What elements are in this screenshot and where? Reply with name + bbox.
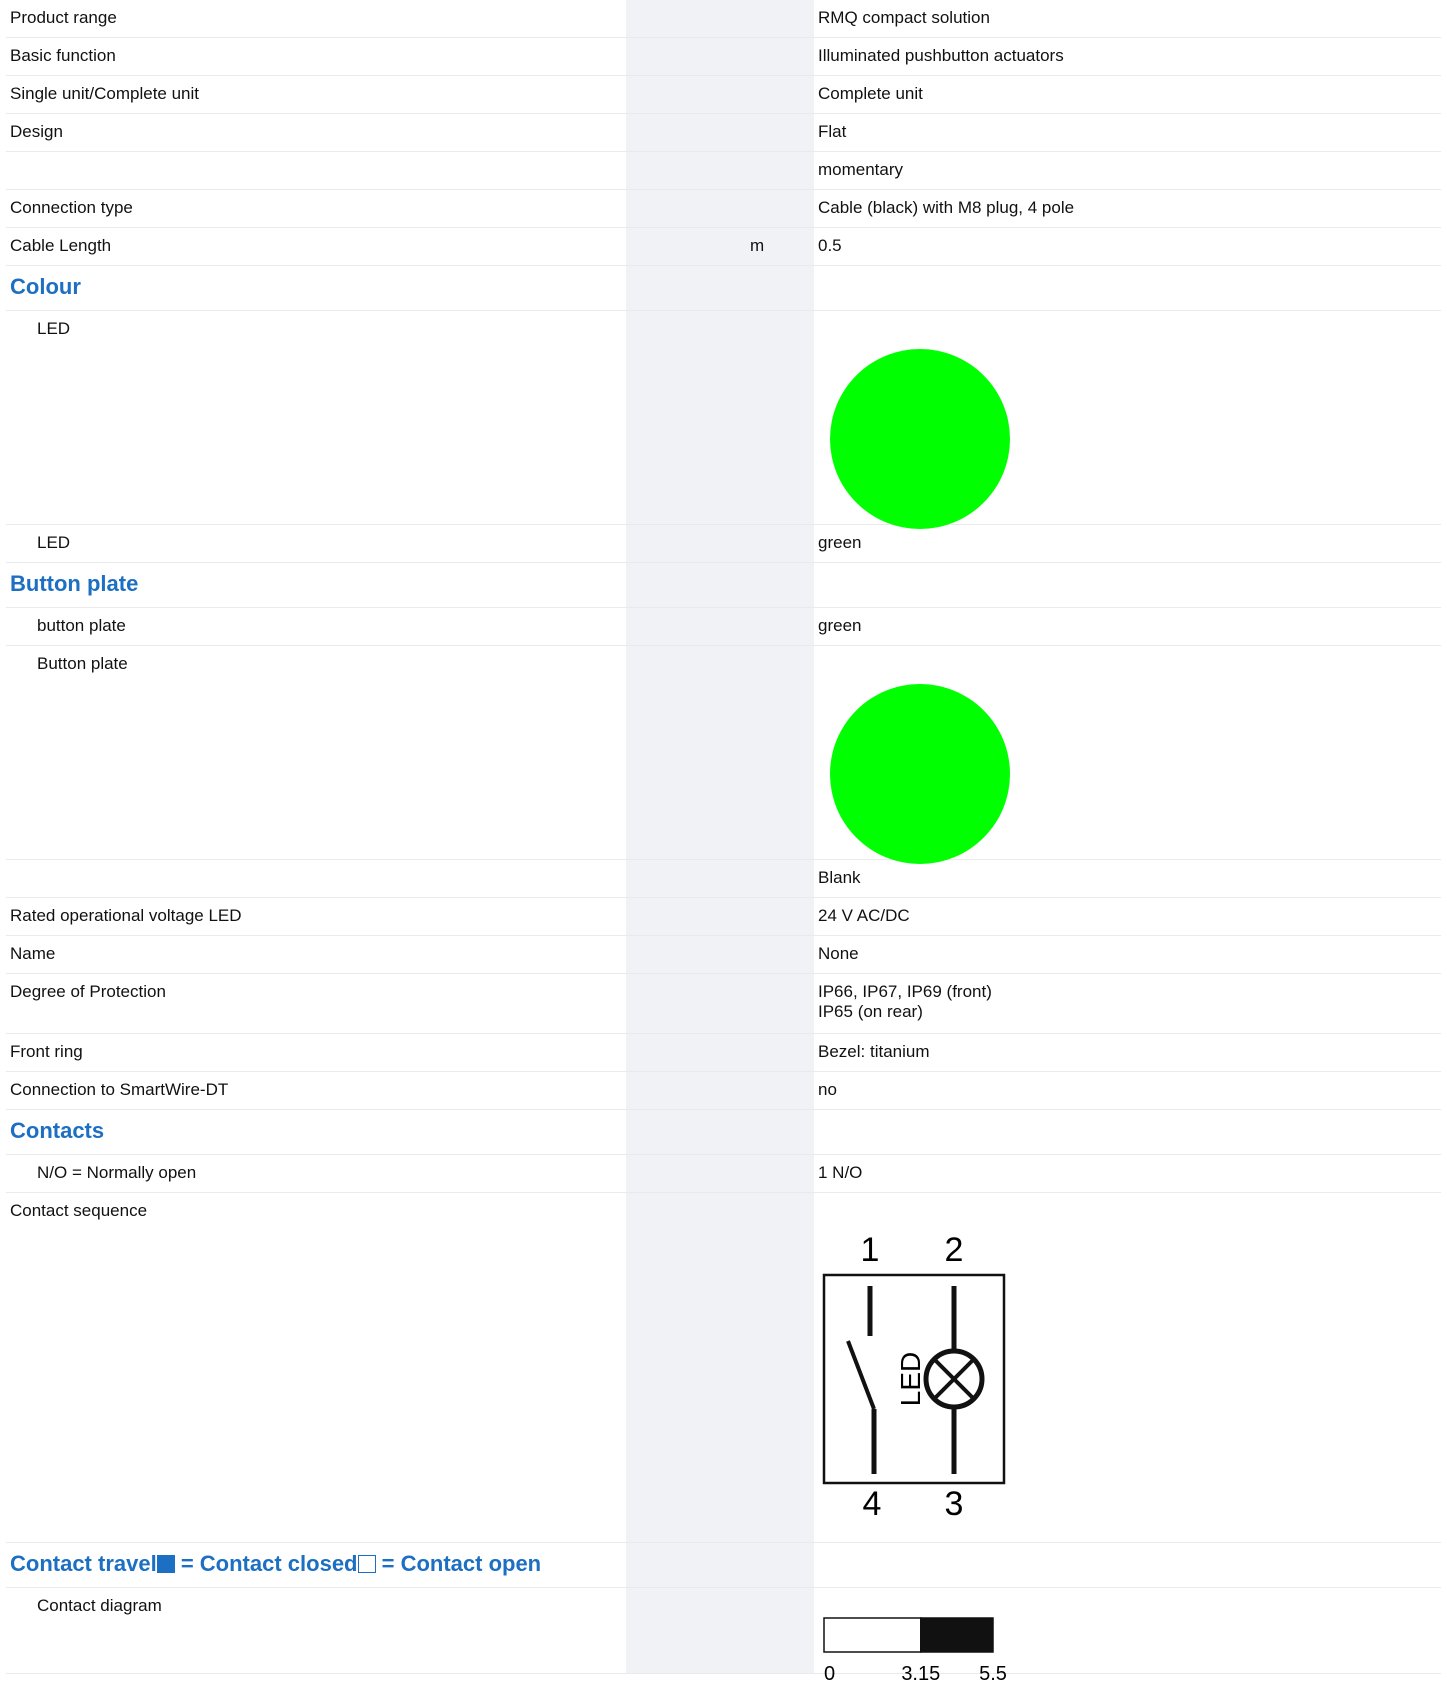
row-value: Cable (black) with M8 plug, 4 pole [818, 198, 1075, 217]
terminal-1-label: 1 [861, 1231, 880, 1269]
row-value: Illuminated pushbutton actuators [818, 46, 1064, 65]
section-contacts: Contacts [6, 1110, 1441, 1155]
row-cable-length: Cable Length m 0.5 [6, 228, 1441, 266]
row-front-ring: Front ring Bezel: titanium [6, 1034, 1441, 1072]
travel-tick-1: 3.15 [901, 1663, 940, 1685]
contact-travel-diagram: 0 3.15 5.5 [823, 1617, 1007, 1685]
contact-closed-swatch [156, 1555, 175, 1573]
row-value: Bezel: titanium [818, 1042, 930, 1061]
row-label [6, 152, 626, 189]
section-heading: Colour [10, 274, 81, 299]
row-value: RMQ compact solution [818, 8, 990, 27]
row-value: Blank [818, 868, 861, 887]
row-value: 24 V AC/DC [818, 906, 910, 925]
row-connection-type: Connection type Cable (black) with M8 pl… [6, 190, 1441, 228]
row-value: momentary [818, 160, 904, 179]
row-single-complete-unit: Single unit/Complete unit Complete unit [6, 76, 1441, 114]
contact-sequence-diagram: 1 2 LED 4 3 [822, 1231, 1006, 1523]
row-design-momentary: momentary [6, 152, 1441, 190]
button-plate-colour-swatch [830, 684, 1010, 864]
row-normally-open: N/O = Normally open 1 N/O [6, 1155, 1441, 1193]
row-value: green [818, 533, 862, 552]
travel-segment-open [823, 1617, 922, 1653]
row-label: LED [37, 533, 71, 552]
section-button-plate: Button plate [6, 563, 1441, 608]
led-colour-circle [830, 349, 1010, 529]
section-colour: Colour [6, 266, 1441, 311]
terminal-3-label: 3 [945, 1485, 964, 1519]
row-value: IP66, IP67, IP69 (front) IP65 (on rear) [818, 982, 992, 1021]
travel-tick-0: 0 [824, 1663, 835, 1685]
section-heading: Contact travel = Contact closed = Contac… [6, 1543, 545, 1587]
row-contact-diagram: Contact diagram 0 3.15 5.5 [6, 1588, 1441, 1685]
row-button-plate-image: Button plate [6, 646, 1441, 864]
row-value: Flat [818, 122, 847, 141]
contact-open-legend: = Contact open [375, 1551, 542, 1576]
row-label: Name [10, 944, 56, 963]
row-label: Connection to SmartWire-DT [10, 1080, 229, 1099]
row-value: no [818, 1080, 837, 1099]
row-rated-voltage: Rated operational voltage LED 24 V AC/DC [6, 898, 1441, 936]
contact-open-swatch [357, 1555, 376, 1573]
row-label: Basic function [10, 46, 116, 65]
travel-tick-2: 5.5 [979, 1663, 1007, 1685]
contact-switch-blade [846, 1340, 876, 1410]
row-label: Button plate [37, 654, 128, 673]
row-label: Rated operational voltage LED [10, 906, 242, 925]
contact-closed-legend: = Contact closed [174, 1551, 358, 1576]
led-label: LED [895, 1352, 926, 1406]
row-led-colour: LED green [6, 525, 1441, 563]
row-value: 0.5 [818, 236, 842, 255]
product-data-sheet: Product range RMQ compact solution Basic… [0, 0, 1447, 1685]
contact-travel-heading: Contact travel [10, 1551, 157, 1576]
travel-segment-closed [920, 1617, 994, 1653]
row-label: Cable Length [10, 236, 112, 255]
row-button-plate-colour: button plate green [6, 608, 1441, 646]
row-label: Single unit/Complete unit [10, 84, 200, 103]
row-value: 1 N/O [818, 1163, 863, 1182]
row-label: N/O = Normally open [37, 1163, 197, 1182]
row-product-range: Product range RMQ compact solution [6, 0, 1441, 38]
row-led-image: LED [6, 311, 1441, 529]
row-smartwire: Connection to SmartWire-DT no [6, 1072, 1441, 1110]
row-label: Front ring [10, 1042, 83, 1061]
button-plate-colour-circle [830, 684, 1010, 864]
terminal-2-label: 2 [945, 1231, 964, 1269]
row-label: Contact diagram [37, 1596, 162, 1615]
row-unit: m [750, 236, 765, 255]
terminal-4-label: 4 [863, 1485, 882, 1519]
row-label: Contact sequence [10, 1201, 148, 1220]
row-basic-function: Basic function Illuminated pushbutton ac… [6, 38, 1441, 76]
row-value: None [818, 944, 859, 963]
row-label: Connection type [10, 198, 133, 217]
row-value: green [818, 616, 862, 635]
row-label: Design [10, 122, 63, 141]
section-contact-travel: Contact travel = Contact closed = Contac… [6, 1543, 1441, 1588]
row-degree-of-protection: Degree of Protection IP66, IP67, IP69 (f… [6, 974, 1441, 1034]
row-label: LED [37, 319, 71, 338]
section-heading: Contacts [10, 1118, 105, 1143]
row-name: Name None [6, 936, 1441, 974]
row-label: Degree of Protection [10, 982, 166, 1001]
row-contact-sequence: Contact sequence 1 2 LED 4 3 [6, 1193, 1441, 1543]
row-label: button plate [37, 616, 126, 635]
row-design: Design Flat [6, 114, 1441, 152]
row-button-plate-blank: Blank [6, 860, 1441, 898]
section-heading: Button plate [10, 571, 139, 596]
row-value: Complete unit [818, 84, 923, 103]
row-label: Product range [10, 8, 117, 27]
led-colour-swatch [830, 349, 1010, 529]
